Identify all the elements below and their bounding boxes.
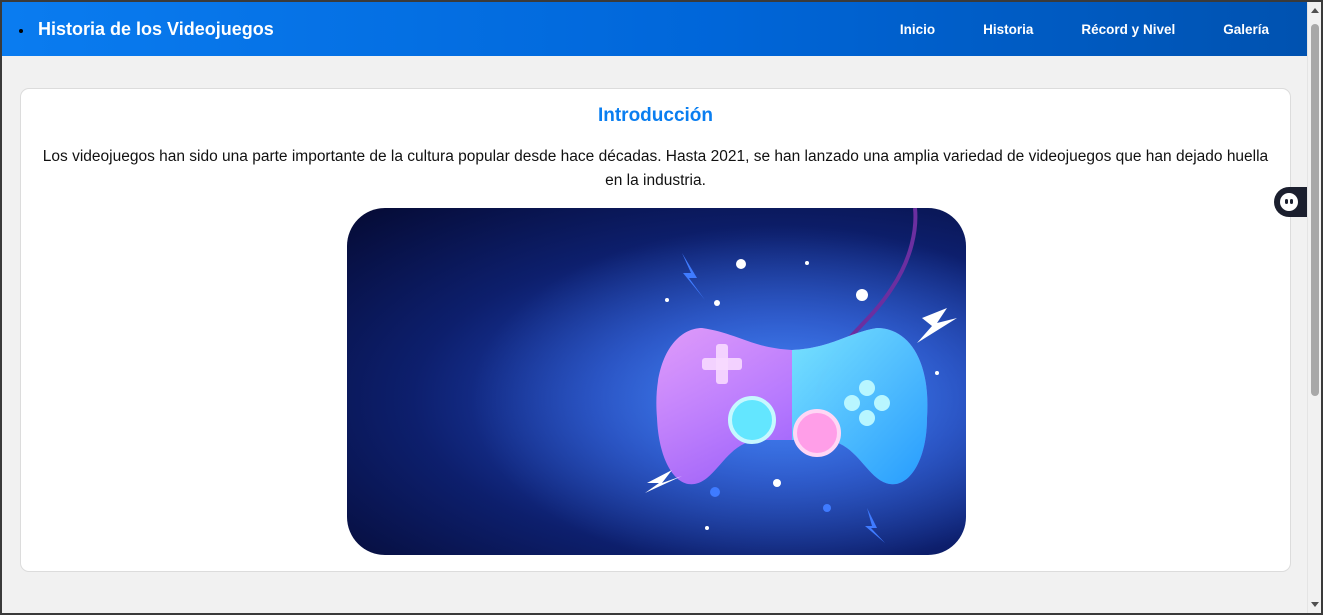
intro-text: Los videojuegos han sido una parte impor… — [42, 148, 1269, 189]
browser-viewport: Historia de los Videojuegos Inicio Histo… — [2, 2, 1321, 613]
gamepad-illustration — [347, 208, 966, 555]
main-nav: Inicio Historia Récord y Nivel Galería — [852, 2, 1307, 56]
bullet-icon — [19, 28, 23, 33]
nav-link-inicio[interactable]: Inicio — [900, 22, 935, 37]
top-navbar: Historia de los Videojuegos Inicio Histo… — [2, 2, 1307, 56]
nav-link-galeria[interactable]: Galería — [1223, 22, 1269, 37]
assistant-bubble-icon — [1280, 193, 1298, 211]
scroll-up-icon[interactable] — [1311, 8, 1319, 13]
assistant-bubble[interactable] — [1274, 187, 1308, 217]
scroll-down-icon[interactable] — [1311, 602, 1319, 607]
scrollbar-thumb[interactable] — [1311, 24, 1319, 396]
vertical-scrollbar[interactable] — [1307, 2, 1321, 613]
nav-link-historia[interactable]: Historia — [983, 22, 1033, 37]
nav-link-record-y-nivel[interactable]: Récord y Nivel — [1081, 22, 1175, 37]
intro-card: Introducción Los videojuegos han sido un… — [20, 88, 1291, 572]
gamepad-svg — [347, 208, 966, 555]
site-title: Historia de los Videojuegos — [38, 18, 274, 39]
intro-heading: Introducción — [597, 105, 714, 126]
brand: Historia de los Videojuegos — [2, 2, 274, 56]
